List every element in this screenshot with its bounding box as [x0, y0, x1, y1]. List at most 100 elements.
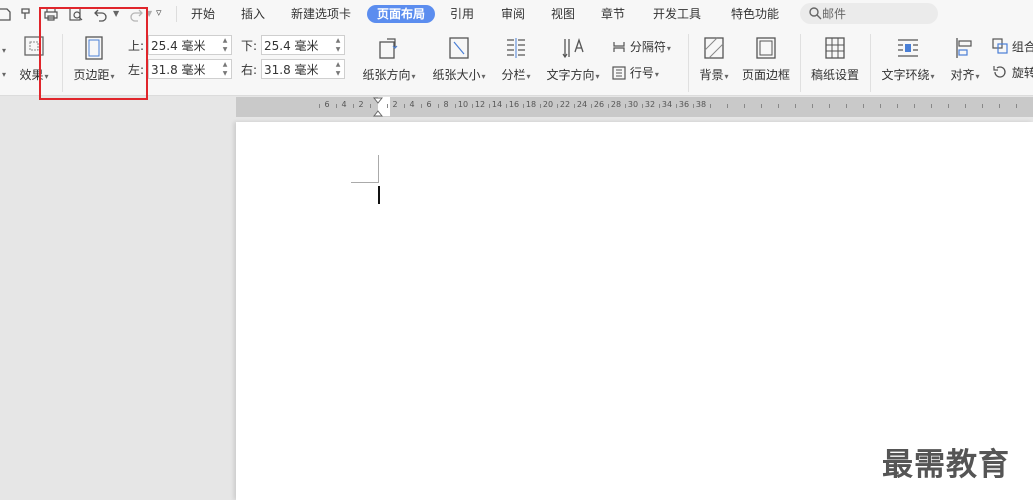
tab-sections[interactable]: 章节: [601, 5, 625, 23]
ruler-tick: [862, 104, 864, 108]
search-box[interactable]: [800, 3, 938, 24]
tab-review[interactable]: 审阅: [501, 5, 525, 23]
ruler-tick: [794, 104, 796, 108]
margin-right-field[interactable]: ▲ ▼: [261, 59, 345, 79]
tab-references[interactable]: 引用: [450, 5, 474, 23]
undo-dropdown-icon[interactable]: ▼: [113, 9, 119, 18]
text-wrap-button[interactable]: 文字环绕▾: [876, 36, 940, 83]
orientation-button[interactable]: 纸张方向▾: [358, 36, 420, 83]
page-borders-button[interactable]: 页面边框: [740, 36, 792, 83]
spin-down-icon[interactable]: ▼: [221, 70, 229, 78]
spin-down-icon[interactable]: ▼: [334, 46, 342, 54]
group-button[interactable]: 组合: [992, 38, 1033, 55]
ribbon-divider: [688, 34, 689, 92]
spin-down-icon[interactable]: ▼: [334, 70, 342, 78]
rotate-button[interactable]: 旋转: [992, 64, 1033, 81]
redo-dropdown-icon[interactable]: ▼: [146, 9, 152, 18]
tab-insert[interactable]: 插入: [241, 5, 265, 23]
customize-toolbar-icon[interactable]: ▿: [156, 6, 162, 19]
align-icon: [956, 38, 972, 58]
ribbon: ▾ ▾ 效果▾ 页边距▾ 上: ▲ ▼ 左: ▲ ▼ 下: ▲ ▼ 右: ▲ ▼…: [0, 28, 1033, 118]
ruler-tick: [556, 104, 558, 108]
align-button[interactable]: 对齐▾: [946, 36, 984, 83]
ruler-number: 30: [627, 100, 639, 109]
print-icon[interactable]: [43, 6, 59, 22]
ruler-tick: [947, 104, 949, 108]
ruler-tick: [930, 104, 932, 108]
ruler-number: 18: [525, 100, 537, 109]
save-icon[interactable]: [0, 6, 12, 22]
text-direction-icon: [562, 37, 584, 59]
margins-label: 页边距: [73, 68, 110, 82]
breaks-label: 分隔符: [629, 40, 666, 54]
group-icon: [992, 38, 1008, 54]
spin-up-icon[interactable]: ▲: [221, 61, 229, 69]
margin-left-input[interactable]: [149, 60, 221, 78]
align-dropdown-icon: ▾: [975, 72, 980, 81]
breaks-icon: [613, 42, 625, 52]
ruler-tick: [607, 104, 609, 108]
ruler-number: 38: [695, 100, 707, 109]
ruler-tick: [709, 104, 711, 108]
group-label: 组合: [1011, 40, 1033, 54]
ruler-content-area: [390, 97, 1033, 117]
tab-new-tab[interactable]: 新建选项卡: [291, 5, 351, 23]
ruler-number: 6: [324, 100, 330, 109]
margin-left-field[interactable]: ▲ ▼: [148, 59, 232, 79]
margin-right-input[interactable]: [262, 60, 334, 78]
ruler-number: 12: [474, 100, 486, 109]
left-dropdown-icon-2[interactable]: ▾: [2, 70, 6, 79]
ruler-number: 26: [593, 100, 605, 109]
ruler-number: 2: [392, 100, 398, 109]
ruler-tick: [998, 104, 1000, 108]
ruler-number: 24: [576, 100, 588, 109]
margin-bottom-field[interactable]: ▲ ▼: [261, 35, 345, 55]
spin-up-icon[interactable]: ▲: [334, 61, 342, 69]
ruler-tick: [505, 104, 507, 108]
margin-top-input[interactable]: [149, 36, 221, 54]
spin-up-icon[interactable]: ▲: [334, 37, 342, 45]
ribbon-divider: [870, 34, 871, 92]
manuscript-settings-button[interactable]: 稿纸设置: [808, 36, 862, 83]
ruler-number: 4: [409, 100, 415, 109]
ruler-number: 16: [508, 100, 520, 109]
print-preview-icon[interactable]: [68, 6, 84, 22]
left-dropdown-icon[interactable]: ▾: [2, 46, 6, 55]
margin-top-field[interactable]: ▲ ▼: [148, 35, 232, 55]
columns-icon: [507, 38, 525, 58]
search-icon: [809, 7, 822, 20]
tab-start[interactable]: 开始: [191, 5, 215, 23]
ruler-number: 6: [426, 100, 432, 109]
effects-button[interactable]: 效果▾: [14, 35, 54, 83]
margins-button[interactable]: 页边距▾: [70, 36, 118, 83]
paper-size-button[interactable]: 纸张大小▾: [428, 36, 490, 83]
tab-page-layout[interactable]: 页面布局: [367, 5, 436, 23]
redo-icon[interactable]: [128, 6, 144, 22]
spin-up-icon[interactable]: ▲: [221, 37, 229, 45]
effects-icon: [24, 36, 44, 56]
line-numbers-button[interactable]: 行号▾: [612, 64, 659, 81]
columns-button[interactable]: 分栏▾: [496, 36, 536, 83]
undo-icon[interactable]: [93, 6, 109, 22]
ruler-tick: [471, 104, 473, 108]
ruler-number: 20: [542, 100, 554, 109]
spin-down-icon[interactable]: ▼: [221, 46, 229, 54]
tab-developer-tools[interactable]: 开发工具: [653, 5, 701, 23]
search-input[interactable]: [822, 5, 932, 22]
text-direction-button[interactable]: 文字方向▾: [542, 36, 604, 83]
breaks-button[interactable]: 分隔符▾: [612, 38, 671, 55]
paper-size-dropdown-icon: ▾: [481, 72, 486, 81]
format-painter-icon[interactable]: [19, 6, 35, 22]
ruler-tick: [981, 104, 983, 108]
background-button[interactable]: 背景▾: [694, 36, 734, 83]
ruler-tick: [539, 104, 541, 108]
indent-marker-icon[interactable]: [373, 97, 383, 117]
ruler-tick: [437, 104, 439, 108]
margin-right-label: 右:: [241, 63, 258, 77]
tab-view[interactable]: 视图: [551, 5, 575, 23]
margin-bottom-input[interactable]: [262, 36, 334, 54]
horizontal-ruler[interactable]: 6 4 2 2 4 6 8 10 12 14 16 18 20 22 24 26 28 30 32 34 36 38: [236, 97, 1033, 117]
rotate-icon: [993, 66, 1006, 78]
tab-special-features[interactable]: 特色功能: [731, 5, 779, 23]
ruler-tick: [1015, 104, 1017, 108]
